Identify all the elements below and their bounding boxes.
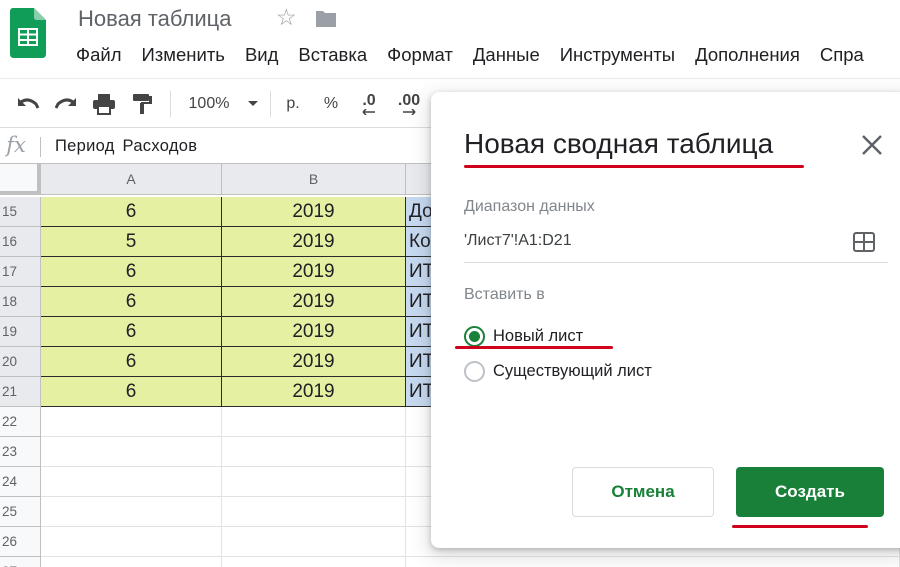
- menu-insert[interactable]: Вставка: [288, 43, 377, 67]
- row-header[interactable]: 16: [0, 227, 41, 257]
- annotation-underline-create: [732, 525, 868, 528]
- table-cell[interactable]: 2019: [222, 197, 406, 227]
- sheets-logo-icon[interactable]: [10, 8, 46, 58]
- menu-addons[interactable]: Дополнения: [685, 43, 810, 67]
- close-icon[interactable]: [859, 132, 885, 158]
- toolbar-divider: [270, 91, 271, 117]
- row-header[interactable]: 15: [0, 197, 41, 227]
- table-cell[interactable]: [41, 557, 222, 567]
- folder-icon[interactable]: [314, 9, 338, 29]
- table-cell[interactable]: [41, 527, 222, 557]
- table-cell[interactable]: 6: [41, 377, 222, 407]
- chevron-down-icon: [248, 101, 259, 106]
- annotation-underline-title: [464, 165, 804, 168]
- row-header[interactable]: 25: [0, 497, 41, 527]
- row-header[interactable]: 26: [0, 527, 41, 557]
- arrow-left-icon: [362, 109, 375, 115]
- row-header[interactable]: 24: [0, 467, 41, 497]
- increase-decimal-button[interactable]: .00: [392, 91, 426, 117]
- radio-selected-icon[interactable]: [464, 325, 485, 347]
- menu-file[interactable]: Файл: [66, 43, 131, 67]
- menu-edit[interactable]: Изменить: [131, 43, 234, 67]
- table-cell[interactable]: 2019: [222, 287, 406, 317]
- table-cell[interactable]: 2019: [222, 377, 406, 407]
- row-header[interactable]: 17: [0, 257, 41, 287]
- table-cell[interactable]: [41, 437, 222, 467]
- formula-input[interactable]: Период Расходов: [55, 137, 197, 156]
- dialog-title: Новая сводная таблица: [464, 128, 774, 159]
- table-cell[interactable]: 6: [41, 317, 222, 347]
- radio-existing-sheet[interactable]: Существующий лист: [464, 359, 652, 383]
- menu-format[interactable]: Формат: [377, 43, 463, 67]
- table-cell[interactable]: [222, 527, 406, 557]
- table-cell[interactable]: [222, 407, 406, 437]
- menu-bar: Файл Изменить Вид Вставка Формат Данные Инстру…: [66, 43, 874, 67]
- formula-divider: [40, 137, 41, 157]
- fx-icon: fx: [6, 133, 26, 157]
- print-icon[interactable]: [90, 91, 118, 117]
- table-cell[interactable]: 2019: [222, 227, 406, 257]
- currency-format-button[interactable]: р.: [280, 91, 306, 117]
- row-header[interactable]: 27: [0, 557, 41, 567]
- radio-new-sheet[interactable]: Новый лист: [464, 324, 583, 348]
- pivot-table-dialog: Новая сводная таблица Диапазон данных 'Л…: [431, 92, 900, 548]
- data-range-label: Диапазон данных: [464, 198, 595, 215]
- percent-format-button[interactable]: %: [318, 91, 344, 117]
- table-cell[interactable]: [222, 557, 406, 567]
- menu-view[interactable]: Вид: [235, 43, 288, 67]
- select-range-icon[interactable]: [853, 232, 875, 252]
- decrease-decimal-button[interactable]: .0: [354, 91, 384, 117]
- table-cell[interactable]: 6: [41, 257, 222, 287]
- column-header-b[interactable]: B: [222, 164, 406, 195]
- paint-format-icon[interactable]: [128, 91, 156, 117]
- row-header[interactable]: 19: [0, 317, 41, 347]
- star-icon[interactable]: ☆: [276, 4, 297, 31]
- row-header[interactable]: 23: [0, 437, 41, 467]
- document-title[interactable]: Новая таблица: [78, 6, 231, 32]
- table-cell[interactable]: [41, 497, 222, 527]
- table-cell[interactable]: 6: [41, 197, 222, 227]
- table-cell[interactable]: [222, 437, 406, 467]
- data-range-input[interactable]: 'Лист7'!A1:D21: [464, 232, 572, 250]
- zoom-select[interactable]: 100%: [184, 91, 264, 117]
- row-header[interactable]: 22: [0, 407, 41, 437]
- create-button[interactable]: Создать: [736, 467, 884, 517]
- toolbar-divider: [170, 91, 171, 117]
- range-input-underline: [464, 262, 888, 263]
- undo-icon[interactable]: [14, 91, 42, 117]
- table-cell[interactable]: [406, 557, 900, 567]
- table-cell[interactable]: 2019: [222, 347, 406, 377]
- table-cell[interactable]: [222, 467, 406, 497]
- insert-to-label: Вставить в: [464, 286, 545, 303]
- row-header[interactable]: 20: [0, 347, 41, 377]
- redo-icon[interactable]: [52, 91, 80, 117]
- row-header[interactable]: 21: [0, 377, 41, 407]
- table-cell[interactable]: 2019: [222, 257, 406, 287]
- table-cell[interactable]: 6: [41, 287, 222, 317]
- table-cell[interactable]: [41, 407, 222, 437]
- table-cell[interactable]: 5: [41, 227, 222, 257]
- table-cell[interactable]: 2019: [222, 317, 406, 347]
- menu-help[interactable]: Спра: [810, 43, 874, 67]
- radio-label: Новый лист: [493, 326, 584, 345]
- menu-tools[interactable]: Инструменты: [550, 43, 685, 67]
- column-header-a[interactable]: A: [41, 164, 222, 195]
- table-cell[interactable]: [41, 467, 222, 497]
- menu-data[interactable]: Данные: [463, 43, 550, 67]
- table-cell[interactable]: [222, 497, 406, 527]
- table-cell[interactable]: 6: [41, 347, 222, 377]
- radio-unselected-icon[interactable]: [464, 360, 485, 382]
- arrow-right-icon: [403, 109, 416, 115]
- radio-label: Существующий лист: [493, 361, 652, 380]
- zoom-value: 100%: [188, 95, 230, 112]
- select-all-corner[interactable]: [0, 164, 41, 195]
- annotation-underline-new-sheet: [455, 346, 613, 349]
- cancel-button[interactable]: Отмена: [572, 467, 714, 517]
- row-header[interactable]: 18: [0, 287, 41, 317]
